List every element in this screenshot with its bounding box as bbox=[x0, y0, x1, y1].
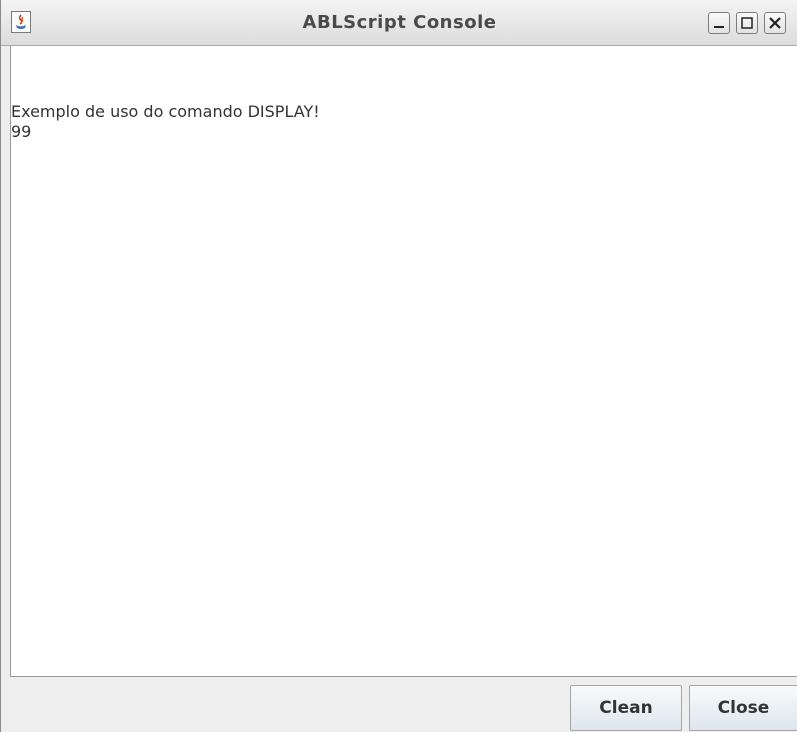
console-line: Exemplo de uso do comando DISPLAY! bbox=[11, 102, 320, 121]
console-output[interactable]: Exemplo de uso do comando DISPLAY! 99 bbox=[10, 46, 797, 677]
window-title: ABLScript Console bbox=[302, 12, 497, 33]
minimize-button[interactable] bbox=[708, 12, 730, 34]
console-window: ABLScript Console Exemplo de uso do coma… bbox=[0, 0, 797, 732]
minimize-icon bbox=[714, 26, 724, 28]
close-window-button[interactable] bbox=[764, 12, 786, 34]
maximize-button[interactable] bbox=[736, 12, 758, 34]
console-line: 99 bbox=[11, 122, 32, 141]
title-bar[interactable]: ABLScript Console bbox=[1, 0, 797, 46]
maximize-icon bbox=[741, 17, 753, 29]
close-icon bbox=[769, 17, 781, 29]
close-button[interactable]: Close bbox=[689, 685, 797, 731]
clean-button[interactable]: Clean bbox=[570, 685, 682, 731]
button-bar: Clean Close bbox=[10, 677, 797, 732]
